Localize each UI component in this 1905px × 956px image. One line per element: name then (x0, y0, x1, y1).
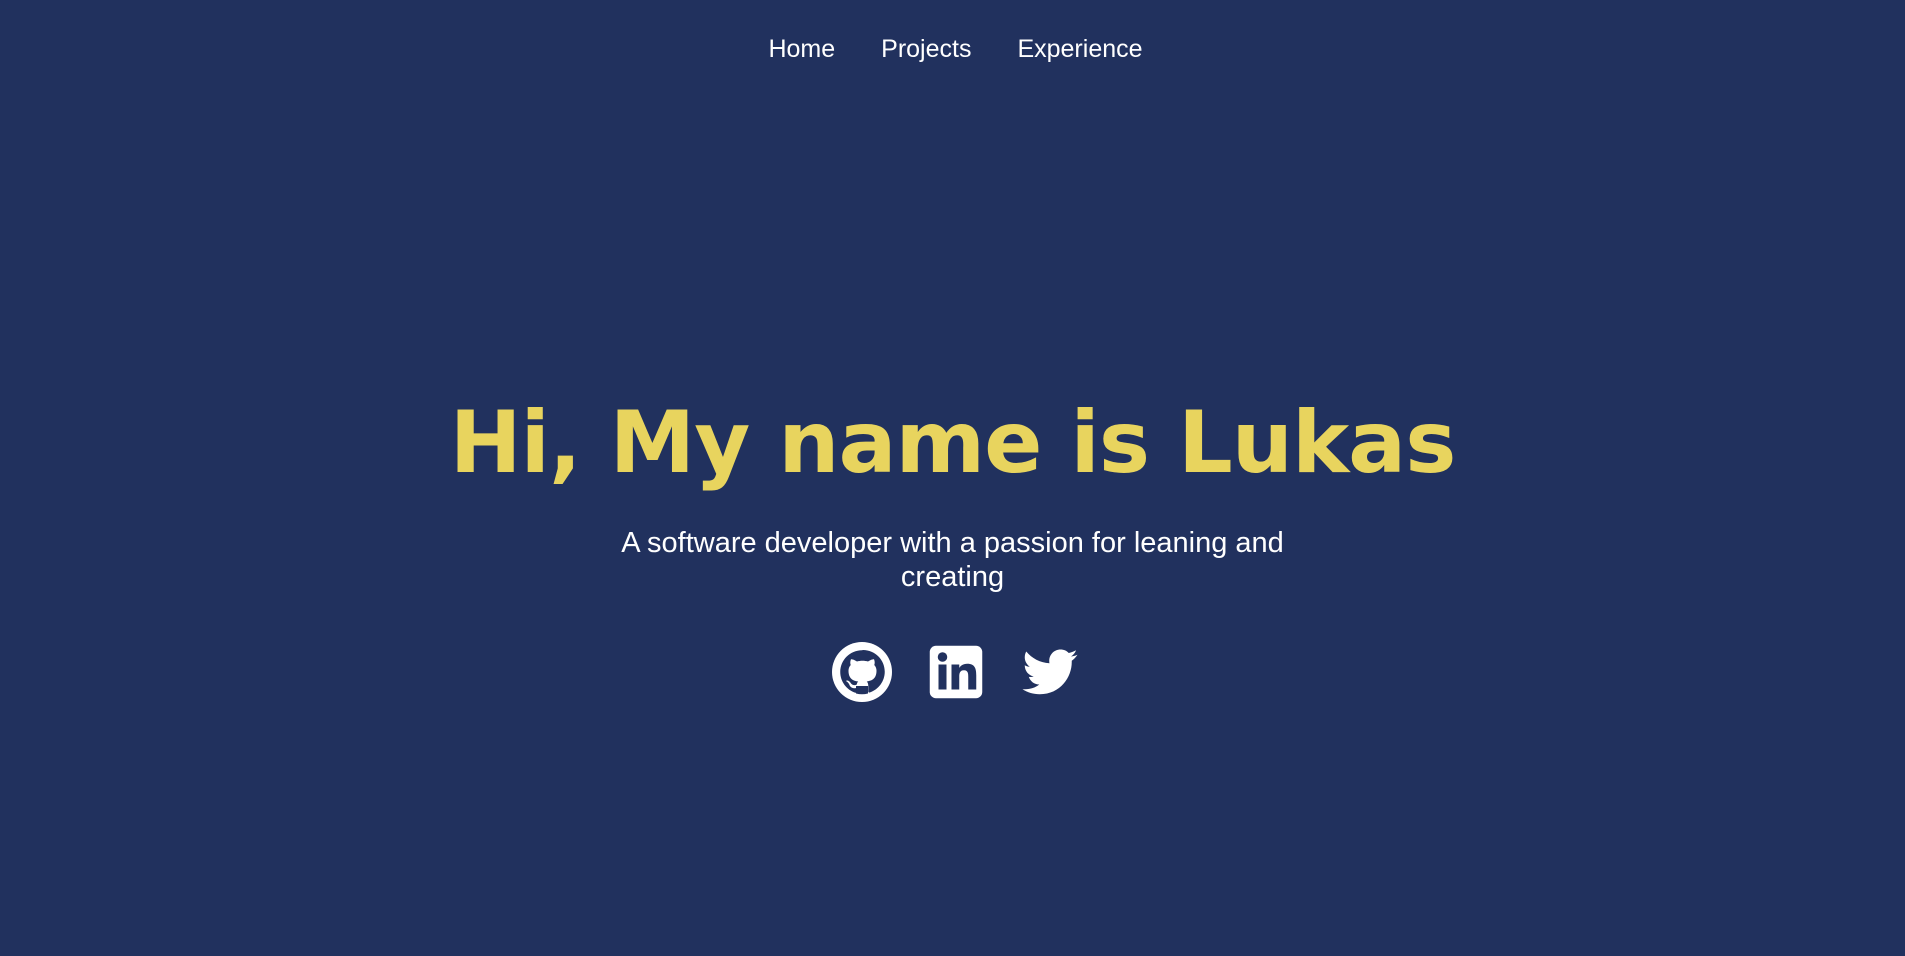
social-links (0, 642, 1905, 702)
hero-title: Hi, My name is Lukas (449, 393, 1457, 493)
main-nav: Home Projects Experience (0, 34, 1905, 64)
nav-experience-link[interactable]: Experience (1011, 34, 1142, 64)
linkedin-icon (929, 645, 982, 699)
twitter-icon (1022, 649, 1077, 695)
nav-projects-link[interactable]: Projects (875, 34, 971, 64)
github-link[interactable] (831, 642, 892, 702)
nav-home-link[interactable]: Home (762, 34, 835, 64)
twitter-link[interactable] (1020, 642, 1077, 702)
hero-subtitle: A software developer with a passion for … (621, 527, 1284, 593)
github-icon (831, 642, 892, 702)
hero-section: Hi, My name is Lukas A software develope… (0, 390, 1905, 702)
linkedin-link[interactable] (926, 642, 982, 702)
